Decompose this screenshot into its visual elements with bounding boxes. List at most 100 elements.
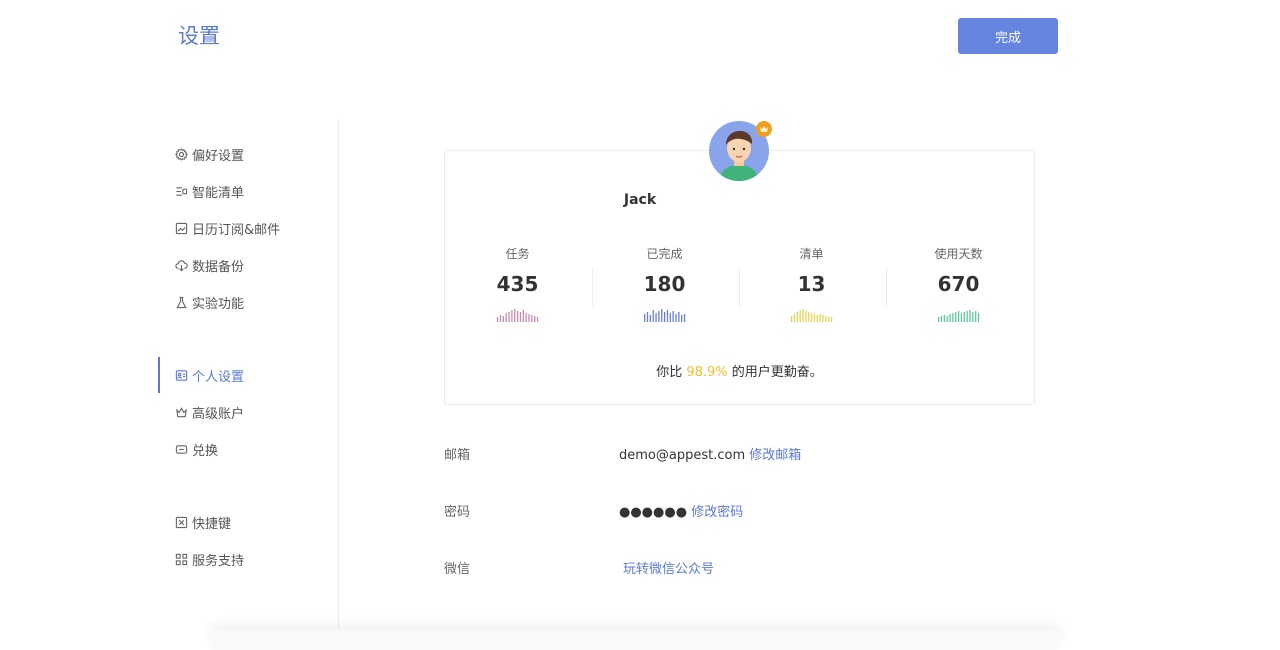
stat-label: 使用天数	[934, 247, 983, 261]
sparkline-bar	[496, 317, 498, 322]
sparkline-bar	[937, 317, 939, 322]
password-value: ●●●●●●	[619, 505, 688, 520]
sidebar-item-profile[interactable]: 个人设置	[158, 357, 337, 393]
sparkline-bar	[954, 312, 956, 322]
stat-lists: 清单 13	[738, 245, 885, 326]
email-row: demo@appest.com 修改邮箱	[619, 444, 801, 463]
stat-value: 435	[496, 272, 539, 296]
change-email-link[interactable]: 修改邮箱	[749, 448, 801, 463]
summary-prefix: 你比	[656, 365, 683, 380]
sparkline-days	[937, 310, 979, 322]
sparkline-bar	[816, 315, 818, 322]
stat-tasks: 任务 435	[444, 245, 591, 326]
bottom-panel-shadow	[210, 630, 1060, 650]
sparkline-bar	[502, 316, 504, 322]
sidebar-item-label: 数据备份	[192, 259, 245, 275]
sparkline-bar	[507, 312, 510, 322]
sparkline-bar	[960, 313, 962, 322]
sparkline-bar	[801, 309, 804, 322]
change-password-link[interactable]: 修改密码	[691, 505, 743, 520]
sidebar-item-support[interactable]: 服务支持	[158, 541, 337, 577]
sparkline-bar	[513, 309, 515, 322]
sparkline-bar	[824, 316, 826, 322]
wechat-row: 玩转微信公众号	[623, 558, 714, 577]
sparkline-bar	[522, 310, 524, 322]
sparkline-bar	[680, 315, 682, 322]
sparkline-bar	[813, 314, 815, 322]
summary-percent: 98.9%	[686, 365, 728, 380]
summary-suffix: 的用户更勤奋。	[731, 365, 823, 380]
email-value: demo@appest.com	[619, 448, 746, 463]
sidebar-item-label: 个人设置	[192, 369, 245, 385]
flask-icon	[174, 295, 188, 309]
wechat-label: 微信	[444, 562, 471, 577]
user-name: Jack	[623, 192, 657, 208]
sidebar-item-label: 日历订阅&邮件	[192, 222, 281, 238]
sparkline-bar	[674, 314, 677, 322]
sparkline-bar	[810, 313, 812, 322]
sparkline-bar	[977, 313, 979, 322]
sparkline-bar	[951, 313, 954, 322]
stat-days: 使用天数 670	[885, 245, 1032, 326]
sparkline-bar	[966, 311, 968, 322]
sparkline-bar	[830, 317, 832, 322]
done-button[interactable]: 完成	[958, 18, 1058, 54]
sparkline-bar	[799, 310, 801, 322]
sparkline-bar	[510, 310, 513, 322]
page-title: 设置	[178, 24, 220, 48]
sparkline-bar	[672, 311, 674, 322]
sparkline-tasks	[496, 309, 538, 322]
stat-value: 670	[937, 272, 980, 296]
sparkline-bar	[793, 314, 795, 322]
sparkline-bar	[948, 314, 951, 322]
sparkline-bar	[536, 317, 538, 322]
sidebar-item-redeem[interactable]: 兑换	[158, 431, 337, 467]
sparkline-bar	[660, 309, 662, 322]
stat-label: 清单	[799, 247, 824, 261]
sparkline-bar	[663, 312, 665, 322]
sparkline-bar	[533, 316, 535, 322]
sparkline-bar	[530, 315, 532, 322]
calendar-image-icon	[174, 221, 188, 235]
sparkline-bar	[804, 311, 807, 322]
sparkline-bar	[940, 316, 942, 322]
crown-icon	[174, 405, 188, 419]
stat-completed: 已完成 180	[591, 245, 738, 326]
wechat-official-account-link[interactable]: 玩转微信公众号	[623, 562, 714, 577]
stat-label: 任务	[505, 247, 530, 261]
apps-grid-icon	[174, 552, 188, 566]
sparkline-bar	[646, 312, 648, 322]
sparkline-bar	[790, 316, 792, 322]
stat-value: 180	[643, 272, 686, 296]
ticket-icon	[174, 442, 188, 456]
sparkline-bar	[525, 313, 527, 322]
sparkline-bar	[657, 311, 660, 322]
sparkline-bar	[946, 316, 948, 322]
diligence-summary: 你比 98.9% 的用户更勤奋。	[444, 361, 1035, 380]
sparkline-bar	[654, 313, 657, 322]
gear-icon	[174, 147, 188, 161]
sparkline-bar	[943, 315, 945, 322]
sparkline-bar	[527, 314, 530, 322]
sparkline-bar	[827, 317, 829, 322]
sidebar-item-backup[interactable]: 数据备份	[158, 247, 337, 283]
sparkline-bar	[519, 312, 521, 322]
sidebar-item-shortcuts[interactable]: 快捷键	[158, 504, 337, 540]
sparkline-completed	[643, 309, 685, 322]
cloud-download-icon	[174, 258, 188, 272]
sidebar-item-preferences[interactable]: 偏好设置	[158, 136, 337, 172]
stat-label: 已完成	[646, 247, 683, 261]
sparkline-bar	[968, 310, 971, 322]
sparkline-bar	[683, 314, 685, 322]
sidebar-item-label: 实验功能	[192, 296, 245, 312]
sidebar-item-calendar-email[interactable]: 日历订阅&邮件	[158, 210, 337, 246]
sparkline-bar	[499, 315, 501, 322]
sidebar-item-premium[interactable]: 高级账户	[158, 394, 337, 430]
sparkline-bar	[821, 315, 824, 322]
sparkline-bar	[516, 311, 518, 322]
email-label: 邮箱	[444, 448, 471, 463]
stat-value: 13	[797, 272, 826, 296]
sidebar-item-labs[interactable]: 实验功能	[158, 284, 337, 320]
password-row: ●●●●●● 修改密码	[619, 501, 743, 520]
sidebar-item-label: 兑换	[192, 443, 219, 459]
